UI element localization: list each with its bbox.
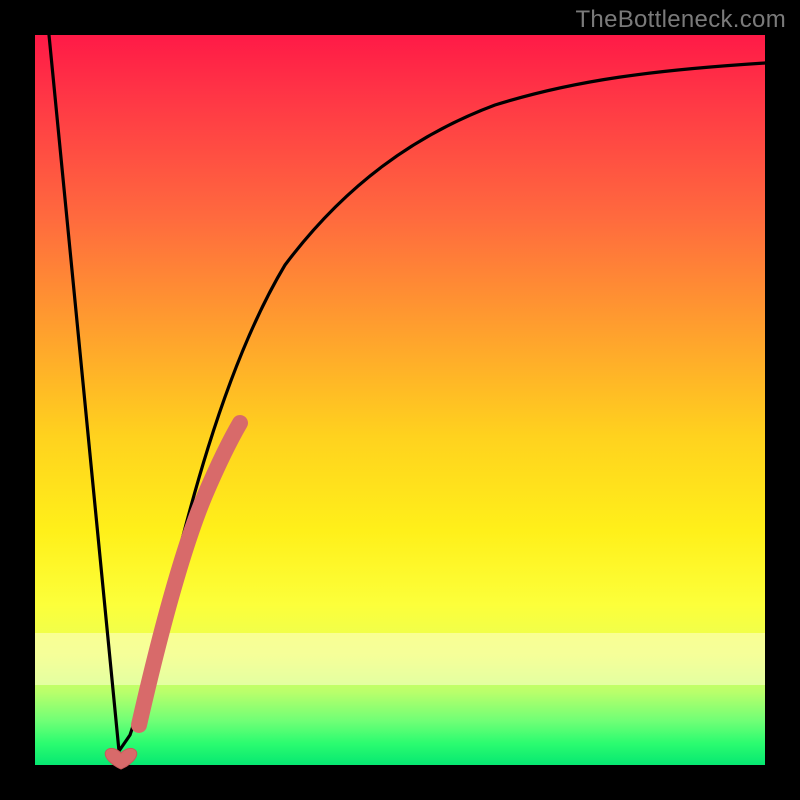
chart-frame: TheBottleneck.com [0, 0, 800, 800]
highlight-segment [139, 423, 240, 725]
watermark-text: TheBottleneck.com [575, 6, 786, 34]
curve-layer [35, 35, 765, 765]
plot-area [35, 35, 765, 765]
optimum-marker [105, 748, 137, 769]
